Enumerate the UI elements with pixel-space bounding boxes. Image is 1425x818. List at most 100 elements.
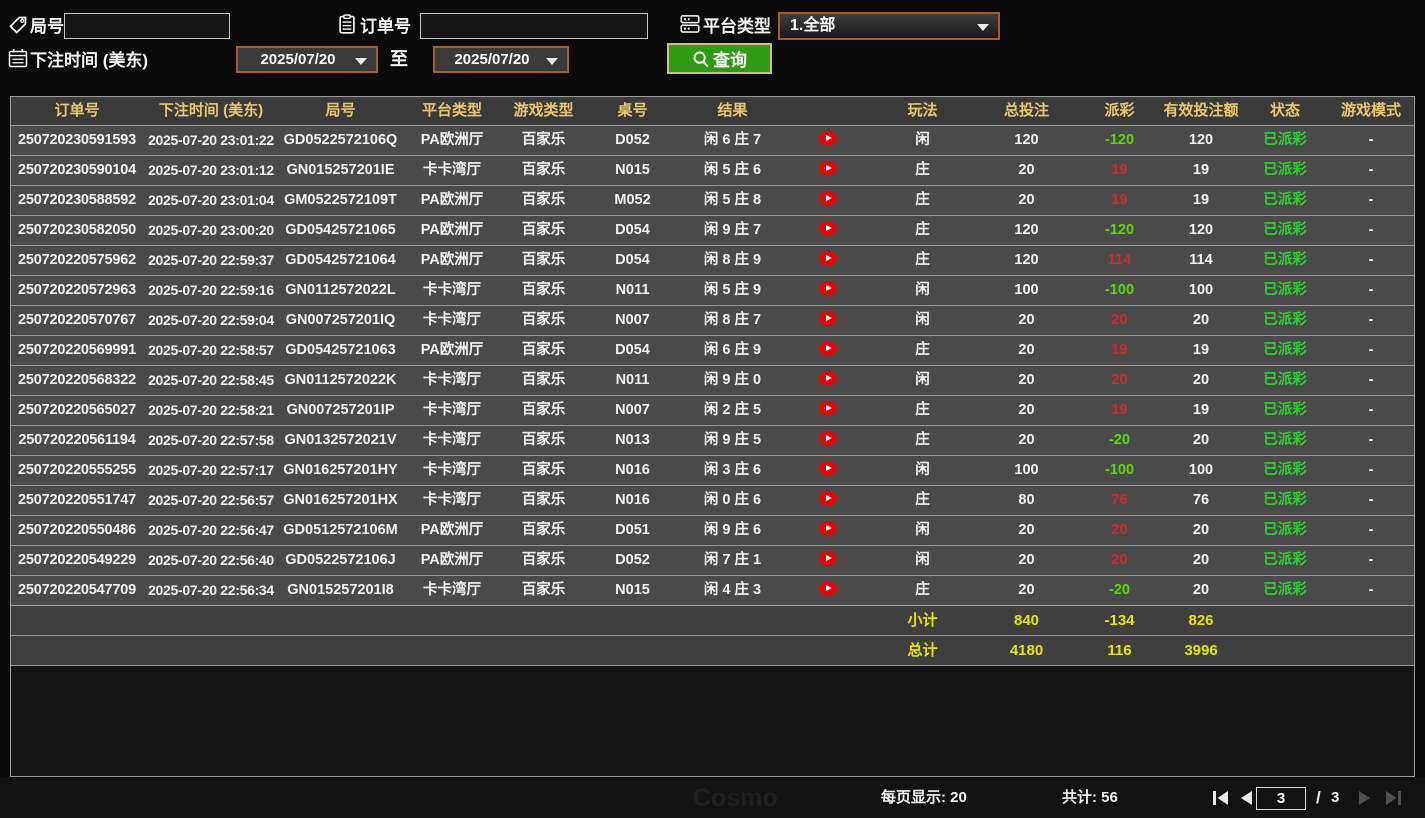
cell-valid-bet: 19 (1160, 396, 1242, 425)
play-icon[interactable] (819, 221, 837, 236)
cell-order-no: 250720220555255 (11, 456, 143, 485)
play-icon[interactable] (819, 491, 837, 506)
subtotal-row-cell (1242, 606, 1328, 635)
cell-platform: 卡卡湾厅 (402, 576, 502, 605)
chevron-down-icon (546, 58, 558, 65)
column-header: 游戏模式 (1328, 97, 1414, 125)
cell-payout: 114 (1079, 246, 1160, 275)
play-icon[interactable] (819, 341, 837, 356)
cell-result: 闲 5 庄 9 (680, 276, 785, 305)
date-to-picker[interactable]: 2025/07/20 (433, 46, 569, 73)
cell-table-no: D051 (585, 516, 680, 545)
platform-type-value: 1.全部 (790, 17, 835, 34)
total-row: 总计41801163996 (11, 636, 1414, 666)
play-icon[interactable] (819, 551, 837, 566)
cell-game-type: 百家乐 (502, 306, 585, 335)
pagination-bar: Cosmo 每页显示: 20 共计: 56 / 3 (0, 778, 1425, 818)
cell-platform: 卡卡湾厅 (402, 426, 502, 455)
last-page-button[interactable] (1384, 790, 1402, 806)
cell-bet-time: 2025-07-20 22:58:57 (143, 336, 279, 365)
table-row: 2507202305885922025-07-20 23:01:04GM0522… (11, 186, 1414, 216)
cell-result: 闲 9 庄 7 (680, 216, 785, 245)
cell-bet-on: 庄 (871, 216, 974, 245)
cell-bet-on: 闲 (871, 456, 974, 485)
cell-replay (785, 456, 871, 485)
cell-table-no: N016 (585, 486, 680, 515)
play-icon[interactable] (819, 191, 837, 206)
play-icon[interactable] (819, 581, 837, 596)
cell-payout: 19 (1079, 336, 1160, 365)
cell-total-bet: 100 (974, 456, 1079, 485)
play-icon[interactable] (819, 311, 837, 326)
cell-game-type: 百家乐 (502, 246, 585, 275)
cell-game-mode: - (1328, 366, 1414, 395)
cell-round-no: GN0132572021V (279, 426, 402, 455)
clipboard-icon (337, 14, 357, 34)
date-to-value: 2025/07/20 (454, 51, 529, 68)
cell-table-no: D054 (585, 336, 680, 365)
cell-order-no: 250720220550486 (11, 516, 143, 545)
cell-bet-on: 闲 (871, 546, 974, 575)
play-icon[interactable] (819, 371, 837, 386)
total-row-cell (1242, 636, 1328, 665)
previous-page-button[interactable] (1238, 790, 1256, 806)
cell-valid-bet: 120 (1160, 126, 1242, 155)
cell-result: 闲 6 庄 9 (680, 336, 785, 365)
cell-valid-bet: 20 (1160, 306, 1242, 335)
cell-game-type: 百家乐 (502, 366, 585, 395)
table-row: 2507202305901042025-07-20 23:01:12GN0152… (11, 156, 1414, 186)
column-header: 平台类型 (402, 97, 502, 125)
cell-order-no: 250720220572963 (11, 276, 143, 305)
play-icon[interactable] (819, 521, 837, 536)
cell-replay (785, 546, 871, 575)
cell-round-no: GD05425721065 (279, 216, 402, 245)
cell-replay (785, 426, 871, 455)
cell-game-mode: - (1328, 486, 1414, 515)
play-icon[interactable] (819, 281, 837, 296)
cell-status: 已派彩 (1242, 546, 1328, 575)
date-from-picker[interactable]: 2025/07/20 (236, 46, 378, 73)
filter-bar: 局号 订单号 平台类型 1.全部 下注时间 (美东) 2025/07/20 至 … (0, 0, 1425, 96)
table-row: 2507202205517472025-07-20 22:56:57GN0162… (11, 486, 1414, 516)
play-icon[interactable] (819, 131, 837, 146)
platform-type-select[interactable]: 1.全部 (778, 12, 1000, 40)
cell-status: 已派彩 (1242, 216, 1328, 245)
total-row-cell (502, 636, 585, 665)
cell-platform: PA欧洲厅 (402, 186, 502, 215)
cell-round-no: GM0522572109T (279, 186, 402, 215)
order-number-input[interactable] (420, 13, 648, 39)
first-page-button[interactable] (1212, 790, 1230, 806)
cell-payout: -120 (1079, 216, 1160, 245)
cell-payout: 19 (1079, 186, 1160, 215)
total-row-cell: 116 (1079, 636, 1160, 665)
cell-replay (785, 156, 871, 185)
cell-game-type: 百家乐 (502, 426, 585, 455)
platform-type-label: 平台类型 (703, 13, 771, 40)
cell-status: 已派彩 (1242, 426, 1328, 455)
round-number-input[interactable] (64, 13, 230, 39)
table-row: 2507202205729632025-07-20 22:59:16GN0112… (11, 276, 1414, 306)
cell-game-mode: - (1328, 276, 1414, 305)
cell-status: 已派彩 (1242, 276, 1328, 305)
cell-game-mode: - (1328, 516, 1414, 545)
page-number-input[interactable] (1256, 787, 1306, 810)
search-button[interactable]: 查询 (667, 43, 772, 74)
cell-valid-bet: 120 (1160, 216, 1242, 245)
order-number-label: 订单号 (360, 13, 411, 40)
cell-result: 闲 9 庄 6 (680, 516, 785, 545)
play-icon[interactable] (819, 251, 837, 266)
play-icon[interactable] (819, 431, 837, 446)
cell-round-no: GN0112572022L (279, 276, 402, 305)
play-icon[interactable] (819, 461, 837, 476)
play-icon[interactable] (819, 401, 837, 416)
cell-payout: -20 (1079, 426, 1160, 455)
bet-records-table: 订单号下注时间 (美东)局号平台类型游戏类型桌号结果玩法总投注派彩有效投注额状态… (10, 96, 1415, 777)
next-page-button[interactable] (1357, 790, 1375, 806)
cell-payout: 76 (1079, 486, 1160, 515)
cell-result: 闲 8 庄 7 (680, 306, 785, 335)
cell-bet-time: 2025-07-20 23:00:20 (143, 216, 279, 245)
cell-bet-on: 庄 (871, 396, 974, 425)
cell-table-no: N015 (585, 156, 680, 185)
play-icon[interactable] (819, 161, 837, 176)
background-ghost-text: Cosmo (693, 784, 778, 813)
